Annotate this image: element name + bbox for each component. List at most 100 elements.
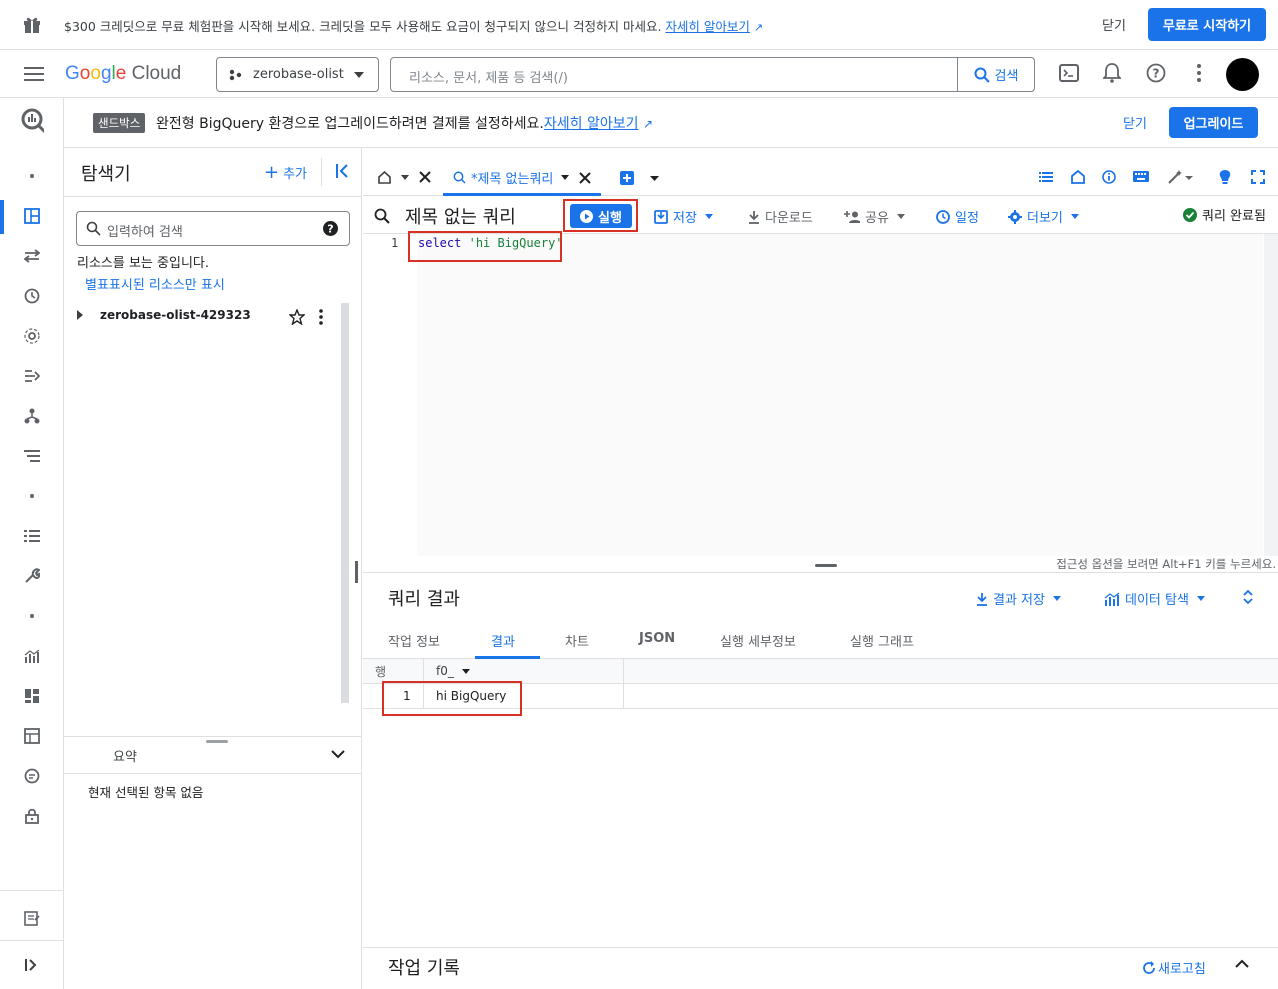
collapse-panel-icon[interactable] (336, 164, 350, 178)
highlight-box (382, 681, 522, 716)
refresh-button[interactable]: 새로고침 (1142, 958, 1206, 977)
expand-arrow-icon[interactable] (77, 310, 83, 320)
release-notes-icon[interactable] (20, 906, 44, 930)
show-starred-link[interactable]: 별표표시된 리소스만 표시 (85, 274, 225, 293)
upgrade-button[interactable]: 업그레이드 (1169, 107, 1258, 138)
explore-data-button[interactable]: 데이터 탐색 (1104, 589, 1205, 608)
promo-close-button[interactable]: 닫기 (1102, 15, 1126, 34)
resize-handle[interactable] (355, 561, 358, 583)
monitoring-chart-icon[interactable] (20, 644, 44, 668)
chart-icon (1104, 592, 1120, 606)
help-icon[interactable]: ? (1146, 63, 1166, 83)
data-transfer-icon[interactable] (20, 244, 44, 268)
sandbox-close-button[interactable]: 닫기 (1123, 113, 1147, 132)
query-icon (374, 208, 390, 224)
promo-learn-more-link[interactable]: 자세히 알아보기 (665, 19, 749, 34)
gear-icon (1008, 209, 1022, 224)
project-selector[interactable]: zerobase-olist (216, 57, 379, 92)
dashboard-grid-icon[interactable] (20, 684, 44, 708)
play-icon (580, 209, 594, 223)
more-vert-icon[interactable] (1196, 63, 1202, 83)
tab-execution-graph[interactable]: 실행 그래프 (850, 631, 914, 650)
close-icon[interactable] (579, 171, 592, 184)
pipelines-icon[interactable] (20, 364, 44, 388)
clock-icon (936, 209, 950, 224)
add-button[interactable]: + 추가 (264, 163, 307, 182)
editor-toolbar: 제목 없는 쿼리 실행 저장 다운로드 공유 일정 더보기 쿼리 완료됨 (363, 196, 1278, 234)
expand-rail-icon[interactable] (20, 953, 44, 977)
tab-job-info[interactable]: 작업 정보 (388, 631, 440, 650)
column-header-f0[interactable]: f0_ (436, 664, 454, 678)
explore-data-label: 데이터 탐색 (1125, 593, 1189, 608)
gift-icon (22, 14, 42, 34)
drag-handle[interactable] (206, 740, 228, 743)
dropdown-arrow-icon[interactable] (650, 176, 659, 181)
list-lines-icon[interactable] (20, 444, 44, 468)
resize-handle[interactable] (815, 564, 837, 567)
magic-wand-icon[interactable] (1167, 169, 1193, 185)
run-button[interactable]: 실행 (570, 204, 632, 228)
notifications-bell-icon[interactable] (1103, 63, 1121, 83)
hamburger-menu-icon[interactable] (24, 67, 44, 81)
google-cloud-logo[interactable]: Google Cloud (65, 63, 181, 85)
schedule-button[interactable]: 일정 (936, 207, 979, 226)
save-results-button[interactable]: 결과 저장 (976, 589, 1061, 608)
scrollbar[interactable] (341, 303, 349, 703)
tab-execution-details[interactable]: 실행 세부정보 (720, 631, 796, 650)
table-view-icon[interactable] (20, 724, 44, 748)
chevron-down-icon[interactable] (331, 750, 345, 759)
expand-collapse-icon[interactable] (1243, 589, 1253, 605)
share-button[interactable]: 공유 (844, 207, 905, 226)
scrollbar[interactable] (1264, 234, 1278, 556)
home-icon[interactable] (378, 171, 391, 184)
close-icon[interactable] (419, 171, 431, 183)
download-icon (976, 592, 988, 606)
sandbox-message: 완전형 BigQuery 환경으로 업그레이드하려면 결제를 설정하세요. (156, 116, 544, 132)
sandbox-learn-more-link[interactable]: 자세히 알아보기 (544, 116, 639, 132)
tab-json[interactable]: JSON (639, 631, 675, 646)
info-icon[interactable] (1102, 170, 1116, 184)
explorer-search-input[interactable]: 입력하여 검색 ? (76, 211, 350, 246)
scheduled-queries-icon[interactable] (20, 284, 44, 308)
dropdown-arrow-icon[interactable] (401, 175, 409, 180)
project-tree-item[interactable]: zerobase-olist-429323 (100, 308, 251, 322)
tab-label: *제목 없는쿼리 (471, 172, 554, 187)
save-button[interactable]: 저장 (654, 207, 713, 226)
avatar[interactable] (1226, 58, 1259, 91)
wrench-icon[interactable] (20, 564, 44, 588)
studio-icon[interactable] (20, 204, 44, 228)
tab-untitled-query[interactable]: *제목 없는쿼리 (443, 162, 601, 196)
dataform-icon[interactable] (20, 404, 44, 428)
more-vert-icon[interactable] (319, 309, 323, 325)
sql-editor[interactable]: 1 select 'hi BigQuery' 접근성 옵션을 보려면 Alt+F… (363, 231, 1278, 572)
keyboard-icon[interactable] (1133, 171, 1149, 182)
code-area[interactable] (417, 234, 1263, 556)
cloud-shell-icon[interactable] (1059, 63, 1079, 83)
star-icon[interactable] (289, 309, 305, 325)
home-icon[interactable] (1071, 170, 1085, 184)
external-link-icon: ↗ (642, 117, 654, 131)
analytics-hub-icon[interactable] (20, 324, 44, 348)
chat-icon[interactable] (20, 764, 44, 788)
start-free-button[interactable]: 무료로 시작하기 (1148, 8, 1266, 41)
list-view-icon[interactable] (1039, 172, 1053, 182)
global-search-field[interactable]: 리소스, 문서, 제품 등 검색(/) 검색 (390, 57, 1035, 92)
search-button[interactable]: 검색 (957, 58, 1034, 91)
chevron-up-icon[interactable] (1235, 959, 1249, 968)
fullscreen-icon[interactable] (1251, 170, 1265, 184)
refresh-label: 새로고침 (1158, 962, 1206, 977)
download-button[interactable]: 다운로드 (748, 207, 813, 226)
help-icon[interactable]: ? (323, 221, 338, 236)
more-button[interactable]: 더보기 (1008, 207, 1079, 226)
dropdown-arrow-icon (561, 175, 570, 180)
sort-arrow-icon[interactable] (462, 669, 470, 674)
bigquery-logo-icon[interactable] (20, 108, 44, 134)
tab-chart[interactable]: 차트 (565, 631, 589, 650)
lightbulb-icon[interactable] (1219, 169, 1231, 185)
person-add-icon (844, 210, 860, 223)
project-name: zerobase-olist (253, 67, 344, 82)
new-query-icon[interactable] (620, 171, 634, 185)
lock-icon[interactable] (20, 804, 44, 828)
tab-results[interactable]: 결과 (491, 631, 515, 650)
jobs-list-icon[interactable] (20, 524, 44, 548)
